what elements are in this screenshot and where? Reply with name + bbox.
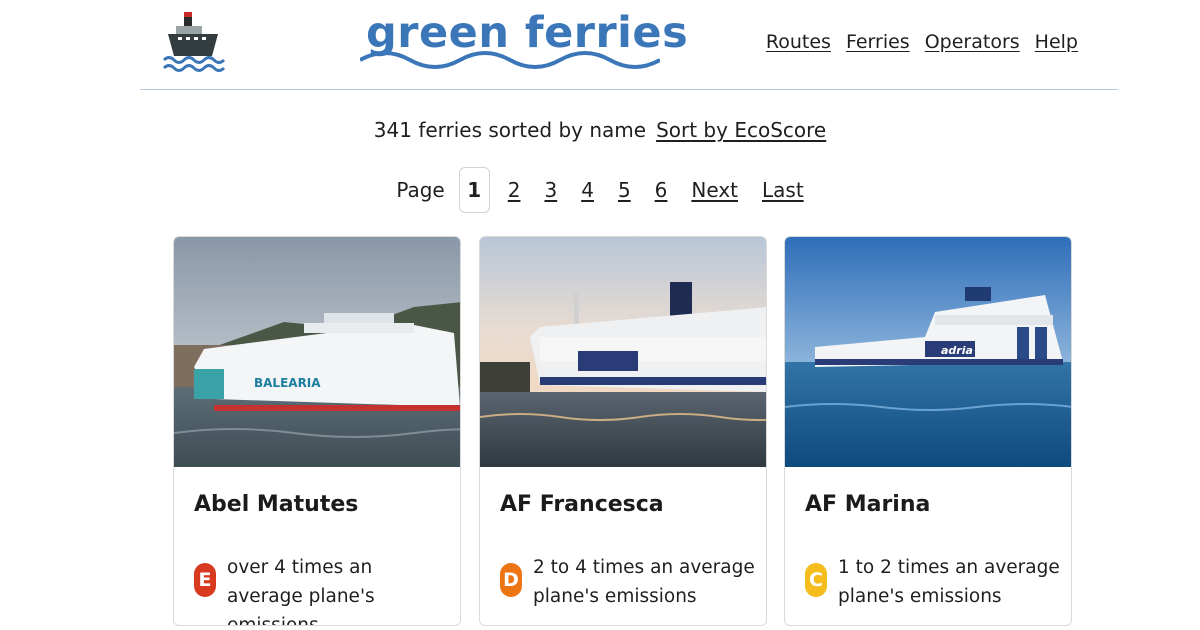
ferry-name: AF Marina [805, 492, 931, 517]
ferry-card[interactable]: adria AF Francesca D 2 to 4 times an ave… [479, 236, 767, 626]
wave-icon [360, 51, 660, 69]
current-page: 1 [458, 167, 490, 213]
results-summary: 341 ferries sorted by name [373, 118, 647, 142]
nav-routes-link[interactable]: Routes [766, 31, 831, 53]
svg-text:adria: adria [598, 355, 636, 370]
ship-logo-icon[interactable] [162, 10, 226, 74]
page-link-5[interactable]: 5 [618, 178, 631, 202]
ferry-photo: adria [480, 237, 766, 467]
ferry-card[interactable]: BALEARIA Abel Matutes E over 4 times an … [173, 236, 461, 626]
page-link-3[interactable]: 3 [544, 178, 557, 202]
nav-help-link[interactable]: Help [1035, 31, 1078, 53]
last-page-link[interactable]: Last [762, 178, 804, 202]
nav-ferries-link[interactable]: Ferries [846, 31, 910, 53]
svg-text:BALEARIA: BALEARIA [254, 376, 321, 390]
site-header: green ferries Routes Ferries Operators H… [140, 0, 1118, 90]
ecoscore-badge: E [194, 563, 216, 597]
emissions-description: 2 to 4 times an average plane's emission… [533, 557, 755, 607]
ferry-name: AF Francesca [500, 492, 664, 517]
emissions-description: over 4 times an average plane's emission… [227, 557, 375, 626]
page-label: Page [396, 178, 445, 202]
ferry-photo: BALEARIA [174, 237, 460, 467]
nav-operators-link[interactable]: Operators [925, 31, 1020, 53]
brand-logo[interactable]: green ferries [360, 2, 688, 82]
ferry-photo: adria [785, 237, 1071, 467]
ecoscore-badge: D [500, 563, 522, 597]
ferry-card[interactable]: adria AF Marina C 1 to 2 times an averag… [784, 236, 1072, 626]
page-link-4[interactable]: 4 [581, 178, 594, 202]
sort-bar: 341 ferries sorted by name Sort by EcoSco… [0, 118, 1200, 142]
page-link-2[interactable]: 2 [508, 178, 521, 202]
pagination: Page 1 2 3 4 5 6 Next Last [0, 167, 1200, 213]
main-nav: Routes Ferries Operators Help [766, 31, 1078, 53]
emissions-description: 1 to 2 times an average plane's emission… [838, 557, 1060, 607]
next-page-link[interactable]: Next [691, 178, 738, 202]
svg-text:adria: adria [941, 344, 973, 357]
page-link-6[interactable]: 6 [655, 178, 668, 202]
sort-by-ecoscore-link[interactable]: Sort by EcoScore [656, 118, 826, 142]
ecoscore-badge: C [805, 563, 827, 597]
ferry-name: Abel Matutes [194, 492, 359, 517]
